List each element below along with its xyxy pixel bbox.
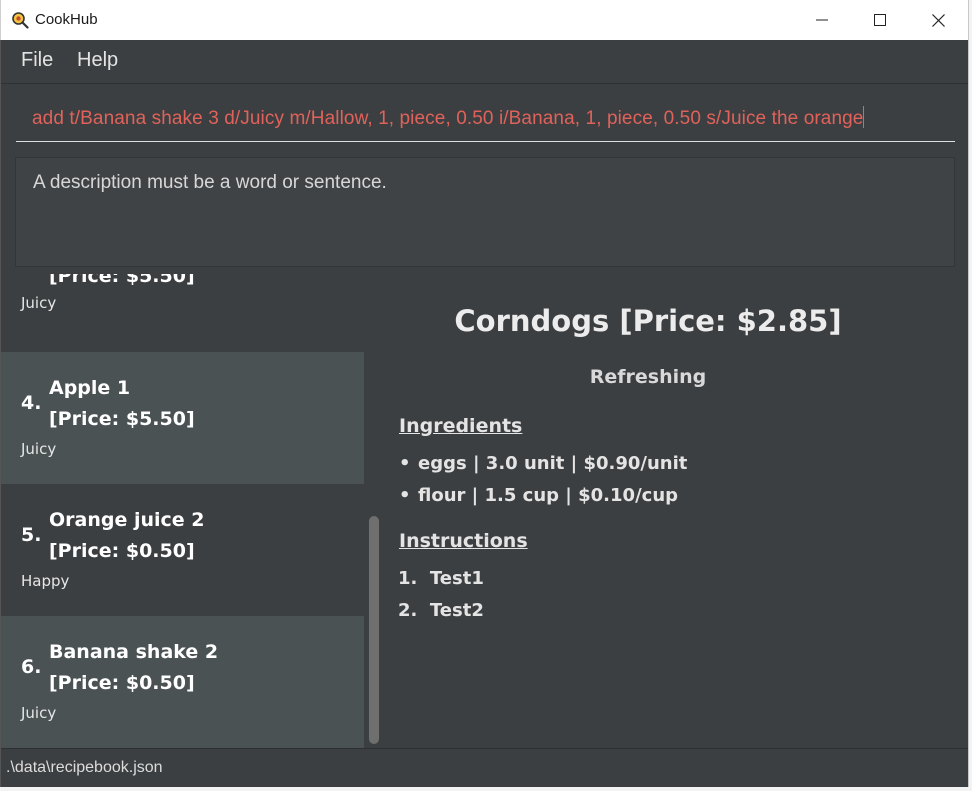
recipe-list-scrollbar[interactable] — [364, 274, 382, 748]
instruction-number: 1. — [398, 568, 418, 589]
ingredient-text: eggs | 3.0 unit | $0.90/unit — [418, 453, 688, 474]
recipe-index: 5. — [21, 524, 42, 546]
maximize-icon — [874, 14, 886, 26]
recipe-tag: Happy — [21, 572, 70, 590]
status-bar: .\data\recipebook.json — [1, 748, 968, 787]
recipe-detail-description: Refreshing — [589, 366, 707, 388]
menu-file[interactable]: File — [21, 49, 53, 72]
window-title: CookHub — [35, 11, 98, 28]
recipe-detail-title: Corndogs [Price: $2.85] — [454, 304, 842, 338]
title-bar: CookHub — [0, 0, 968, 40]
recipe-name: Banana shake 2 — [49, 641, 219, 663]
result-message: A description must be a word or sentence… — [33, 172, 387, 193]
ingredient-text: flour | 1.5 cup | $0.10/cup — [418, 485, 679, 506]
instruction-text: Test1 — [429, 568, 484, 589]
app-window: File Help add t/Banana shake 3 d/Juicy m… — [0, 40, 968, 787]
command-input[interactable]: add t/Banana shake 3 d/Juicy m/Hallow, 1… — [16, 98, 955, 142]
window-edge — [968, 0, 972, 791]
ingredients-heading: Ingredients — [399, 415, 523, 437]
recipe-price: [Price: $0.50] — [49, 672, 195, 694]
instruction-item: 2. Test2 — [398, 600, 484, 621]
recipe-index: 3. — [21, 274, 41, 278]
recipe-index: 4. — [21, 392, 42, 414]
menu-help[interactable]: Help — [77, 49, 118, 72]
recipe-detail-panel: Corndogs [Price: $2.85] Refreshing Ingre… — [382, 274, 968, 748]
recipe-card[interactable]: 6. Banana shake 2 [Price: $0.50] Juicy — [1, 616, 364, 748]
window-edge — [0, 787, 972, 791]
menu-bar: File Help — [1, 40, 968, 84]
magnifier-app-icon — [12, 12, 29, 29]
recipe-price: [Price: $0.50] — [49, 540, 195, 562]
recipe-price: [Price: $5.50] — [49, 274, 195, 287]
save-location: .\data\recipebook.json — [6, 759, 163, 776]
result-display[interactable]: A description must be a word or sentence… — [15, 157, 955, 267]
ingredient-item: • eggs | 3.0 unit | $0.90/unit — [399, 453, 687, 474]
bullet-icon: • — [399, 453, 411, 474]
scrollbar-thumb[interactable] — [369, 516, 379, 744]
instruction-text: Test2 — [429, 600, 484, 621]
recipe-tag: Juicy — [21, 704, 57, 722]
recipe-card[interactable]: 3. [Price: $5.50] Juicy — [1, 274, 364, 352]
text-caret — [863, 106, 865, 128]
recipe-price: [Price: $5.50] — [49, 408, 195, 430]
minimize-button[interactable] — [793, 0, 851, 40]
instruction-item: 1. Test1 — [398, 568, 484, 589]
recipe-card[interactable]: 4. Apple 1 [Price: $5.50] Juicy — [1, 352, 364, 484]
recipe-name: Orange juice 2 — [49, 509, 205, 531]
recipe-tag: Juicy — [21, 294, 57, 312]
close-icon — [931, 13, 945, 27]
recipe-index: 6. — [21, 656, 42, 678]
bullet-icon: • — [399, 485, 411, 506]
close-button[interactable] — [909, 0, 967, 40]
minimize-icon — [816, 19, 828, 21]
recipe-name: Apple 1 — [49, 377, 131, 399]
instructions-heading: Instructions — [399, 530, 528, 552]
recipe-card[interactable]: 5. Orange juice 2 [Price: $0.50] Happy — [1, 484, 364, 616]
ingredient-item: • flour | 1.5 cup | $0.10/cup — [399, 485, 678, 506]
command-box: add t/Banana shake 3 d/Juicy m/Hallow, 1… — [1, 84, 968, 152]
command-text: add t/Banana shake 3 d/Juicy m/Hallow, 1… — [32, 108, 864, 129]
split-pane: 3. [Price: $5.50] Juicy 4. Apple 1 [Pric… — [1, 274, 968, 748]
maximize-button[interactable] — [851, 0, 909, 40]
recipe-tag: Juicy — [21, 440, 57, 458]
recipe-list[interactable]: 3. [Price: $5.50] Juicy 4. Apple 1 [Pric… — [1, 274, 364, 748]
instruction-number: 2. — [398, 600, 418, 621]
